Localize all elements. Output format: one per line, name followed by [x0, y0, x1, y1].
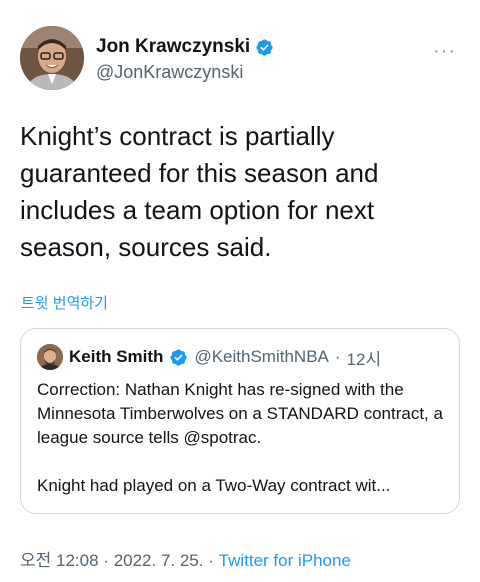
quoted-author-avatar	[37, 344, 63, 370]
tweet-date[interactable]: 2022. 7. 25.	[114, 551, 204, 570]
quoted-author-avatar-image	[37, 344, 63, 370]
tweet-meta: 오전 12:08 · 2022. 7. 25. · Twitter for iP…	[20, 546, 351, 571]
more-icon[interactable]: ···	[433, 40, 456, 63]
verified-badge-icon	[170, 348, 188, 366]
tweet-time[interactable]: 오전 12:08	[20, 551, 99, 570]
author-avatar[interactable]	[20, 26, 84, 90]
quoted-tweet-text: Correction: Nathan Knight has re-signed …	[37, 378, 447, 498]
meta-separator: ·	[208, 551, 214, 570]
meta-separator: ·	[103, 551, 109, 570]
quoted-text-para1: Correction: Nathan Knight has re-signed …	[37, 380, 443, 447]
tweet-source-link[interactable]: Twitter for iPhone	[219, 551, 351, 570]
author-name[interactable]: Jon Krawczynski	[96, 36, 250, 58]
quoted-text-para2: Knight had played on a Two-Way contract …	[37, 476, 391, 495]
quoted-tweet-header: Keith Smith @KeithSmithNBA · 12시	[37, 344, 381, 370]
verified-badge-icon	[256, 38, 273, 56]
quoted-author-name: Keith Smith	[69, 347, 164, 366]
quoted-separator: ·	[334, 347, 341, 366]
tweet-text: Knight’s contract is partially guarantee…	[20, 121, 379, 262]
tweet-header: Jon Krawczynski @JonKrawczynski ···	[20, 26, 460, 92]
author-avatar-image	[20, 26, 84, 90]
quoted-author-handle: @KeithSmithNBA	[194, 347, 329, 366]
author-info: Jon Krawczynski @JonKrawczynski	[96, 36, 274, 83]
quoted-tweet[interactable]: Keith Smith @KeithSmithNBA · 12시 Correct…	[20, 328, 460, 514]
translate-link[interactable]: 트윗 번역하기	[21, 292, 108, 313]
quoted-time: 12시	[346, 349, 382, 369]
author-handle[interactable]: @JonKrawczynski	[96, 62, 274, 83]
